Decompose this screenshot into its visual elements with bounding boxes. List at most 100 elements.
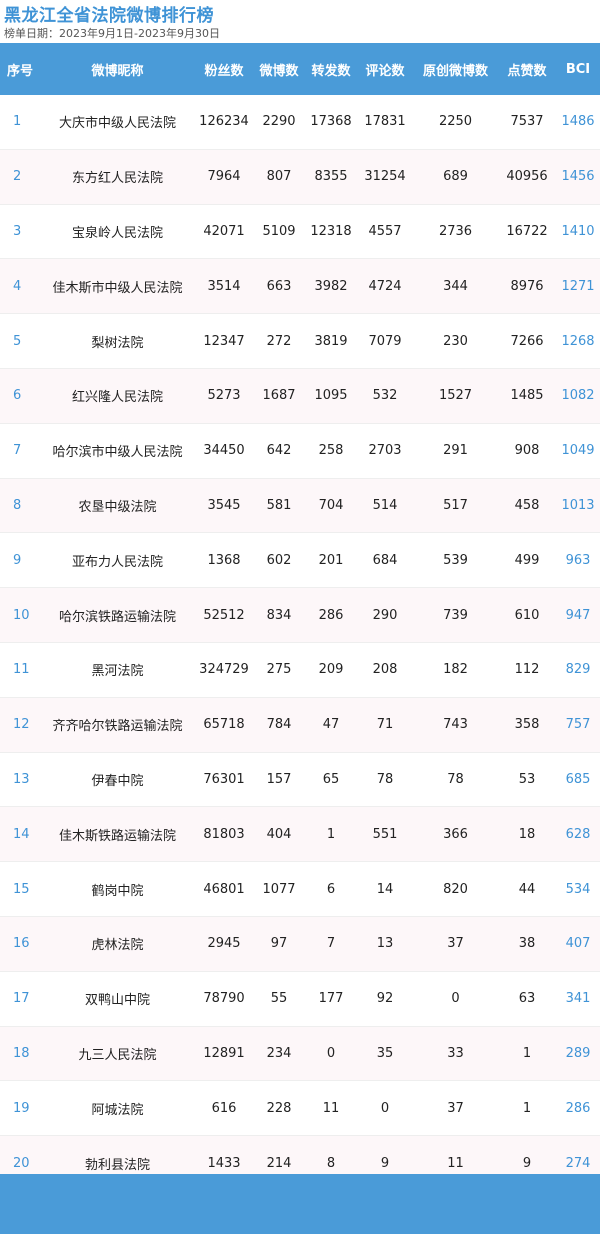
comments-cell: 17831 bbox=[357, 95, 413, 150]
column-header-fans[interactable]: 粉丝数 bbox=[195, 43, 253, 95]
likes-cell: 16722 bbox=[498, 204, 556, 260]
likes-cell: 1 bbox=[498, 1026, 556, 1082]
reposts-cell: 47 bbox=[305, 697, 357, 753]
rank-cell: 11 bbox=[0, 642, 40, 698]
reposts-cell: 258 bbox=[305, 423, 357, 479]
original-posts-cell: 0 bbox=[413, 971, 498, 1027]
comments-cell: 35 bbox=[357, 1026, 413, 1082]
footer-bar bbox=[0, 1174, 600, 1234]
comments-cell: 514 bbox=[357, 478, 413, 534]
fans-cell: 52512 bbox=[195, 587, 253, 643]
column-header-original-posts[interactable]: 原创微博数 bbox=[413, 43, 498, 95]
column-header-likes[interactable]: 点赞数 bbox=[498, 43, 556, 95]
rank-cell: 1 bbox=[0, 95, 40, 150]
rank-cell: 5 bbox=[0, 313, 40, 369]
nickname-cell: 大庆市中级人民法院 bbox=[40, 95, 195, 150]
rank-cell: 13 bbox=[0, 752, 40, 808]
comments-cell: 71 bbox=[357, 697, 413, 753]
nickname-cell: 梨树法院 bbox=[40, 313, 195, 369]
reposts-cell: 286 bbox=[305, 587, 357, 643]
original-posts-cell: 344 bbox=[413, 258, 498, 315]
fans-cell: 34450 bbox=[195, 423, 253, 479]
comments-cell: 208 bbox=[357, 642, 413, 698]
fans-cell: 5273 bbox=[195, 368, 253, 424]
bci-cell: 1271 bbox=[556, 258, 600, 315]
original-posts-cell: 743 bbox=[413, 697, 498, 753]
comments-cell: 4557 bbox=[357, 204, 413, 260]
posts-cell: 784 bbox=[253, 697, 305, 753]
bci-cell: 963 bbox=[556, 532, 600, 589]
reposts-cell: 1095 bbox=[305, 368, 357, 424]
fans-cell: 2945 bbox=[195, 916, 253, 972]
posts-cell: 642 bbox=[253, 423, 305, 479]
reposts-cell: 17368 bbox=[305, 95, 357, 150]
table-row: 16 虎林法院 2945 97 7 13 37 38 407 bbox=[0, 916, 600, 972]
likes-cell: 7266 bbox=[498, 313, 556, 369]
rank-cell: 12 bbox=[0, 697, 40, 753]
bci-cell: 341 bbox=[556, 971, 600, 1027]
rank-cell: 4 bbox=[0, 258, 40, 315]
nickname-cell: 佳木斯市中级人民法院 bbox=[40, 258, 195, 315]
column-header-comments[interactable]: 评论数 bbox=[357, 43, 413, 95]
table-row: 14 佳木斯铁路运输法院 81803 404 1 551 366 18 628 bbox=[0, 806, 600, 863]
fans-cell: 81803 bbox=[195, 806, 253, 863]
nickname-cell: 农垦中级法院 bbox=[40, 478, 195, 534]
comments-cell: 78 bbox=[357, 752, 413, 808]
comments-cell: 684 bbox=[357, 532, 413, 589]
original-posts-cell: 689 bbox=[413, 149, 498, 205]
bci-cell: 757 bbox=[556, 697, 600, 753]
column-header-posts[interactable]: 微博数 bbox=[253, 43, 305, 95]
posts-cell: 234 bbox=[253, 1026, 305, 1082]
likes-cell: 38 bbox=[498, 916, 556, 972]
column-header-bci[interactable]: BCI bbox=[556, 43, 600, 95]
rank-cell: 16 bbox=[0, 916, 40, 972]
nickname-cell: 鹤岗中院 bbox=[40, 861, 195, 917]
rank-cell: 19 bbox=[0, 1080, 40, 1137]
posts-cell: 807 bbox=[253, 149, 305, 205]
column-header-nickname[interactable]: 微博昵称 bbox=[40, 43, 195, 95]
comments-cell: 4724 bbox=[357, 258, 413, 315]
fans-cell: 42071 bbox=[195, 204, 253, 260]
fans-cell: 616 bbox=[195, 1080, 253, 1137]
original-posts-cell: 2250 bbox=[413, 95, 498, 150]
nickname-cell: 虎林法院 bbox=[40, 916, 195, 972]
likes-cell: 358 bbox=[498, 697, 556, 753]
reposts-cell: 11 bbox=[305, 1080, 357, 1137]
likes-cell: 18 bbox=[498, 806, 556, 863]
column-header-reposts[interactable]: 转发数 bbox=[305, 43, 357, 95]
table-row: 6 红兴隆人民法院 5273 1687 1095 532 1527 1485 1082 bbox=[0, 368, 600, 424]
rank-cell: 9 bbox=[0, 532, 40, 589]
rank-cell: 7 bbox=[0, 423, 40, 479]
table-row: 1 大庆市中级人民法院 126234 2290 17368 17831 2250 7537 14… bbox=[0, 95, 600, 150]
likes-cell: 63 bbox=[498, 971, 556, 1027]
comments-cell: 290 bbox=[357, 587, 413, 643]
bci-cell: 829 bbox=[556, 642, 600, 698]
likes-cell: 1 bbox=[498, 1080, 556, 1137]
rank-cell: 14 bbox=[0, 806, 40, 863]
nickname-cell: 黑河法院 bbox=[40, 642, 195, 698]
bci-cell: 1049 bbox=[556, 423, 600, 479]
fans-cell: 7964 bbox=[195, 149, 253, 205]
table-row: 5 梨树法院 12347 272 3819 7079 230 7266 1268 bbox=[0, 313, 600, 369]
rank-cell: 18 bbox=[0, 1026, 40, 1082]
bci-cell: 1268 bbox=[556, 313, 600, 369]
original-posts-cell: 2736 bbox=[413, 204, 498, 260]
date-range: 榜单日期：2023年9月1日-2023年9月30日 bbox=[4, 27, 220, 40]
bci-cell: 1082 bbox=[556, 368, 600, 424]
posts-cell: 602 bbox=[253, 532, 305, 589]
fans-cell: 12347 bbox=[195, 313, 253, 369]
table-row: 9 亚布力人民法院 1368 602 201 684 539 499 963 bbox=[0, 532, 600, 589]
posts-cell: 55 bbox=[253, 971, 305, 1027]
table-row: 13 伊春中院 76301 157 65 78 78 53 685 bbox=[0, 752, 600, 808]
nickname-cell: 哈尔滨铁路运输法院 bbox=[40, 587, 195, 643]
bci-cell: 534 bbox=[556, 861, 600, 917]
bci-cell: 1410 bbox=[556, 204, 600, 260]
rank-cell: 10 bbox=[0, 587, 40, 643]
reposts-cell: 6 bbox=[305, 861, 357, 917]
reposts-cell: 7 bbox=[305, 916, 357, 972]
original-posts-cell: 820 bbox=[413, 861, 498, 917]
column-header-rank[interactable]: 序号 bbox=[0, 43, 40, 95]
original-posts-cell: 739 bbox=[413, 587, 498, 643]
fans-cell: 65718 bbox=[195, 697, 253, 753]
table-row: 12 齐齐哈尔铁路运输法院 65718 784 47 71 743 358 757 bbox=[0, 697, 600, 753]
